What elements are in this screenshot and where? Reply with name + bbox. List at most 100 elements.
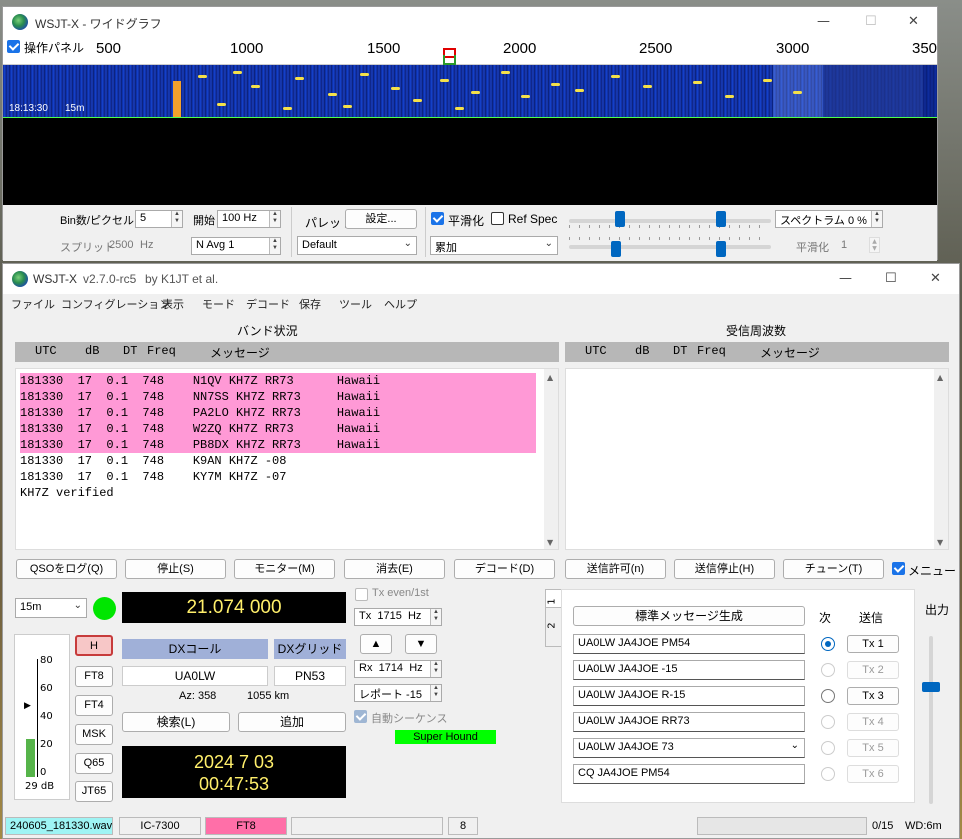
tune-button[interactable]: チューン(T) [783, 559, 884, 579]
decode-button[interactable]: デコード(D) [454, 559, 555, 579]
tx1-message-field[interactable]: UA0LW JA4JOE PM54 [573, 634, 805, 654]
tx4-message-field[interactable]: UA0LW JA4JOE RR73 [573, 712, 805, 732]
enable-tx-button[interactable]: 送信許可(n) [565, 559, 666, 579]
menu-view[interactable]: 表示 [162, 296, 184, 312]
band-activity-list[interactable]: 181330 17 0.1 748 N1QV KH7Z RR73 Hawaii 1… [15, 368, 559, 550]
close-icon[interactable]: ✕ [930, 271, 941, 286]
band-activity-scrollbar[interactable]: ▲ ▼ [544, 369, 558, 549]
decode-line[interactable]: 181330 17 0.1 748 PB8DX KH7Z RR73 Hawaii [20, 437, 536, 453]
q65-mode-button[interactable]: Q65 [75, 753, 113, 774]
gain-slider-handle[interactable] [615, 211, 625, 227]
tx5-send-button[interactable]: Tx 5 [847, 739, 899, 757]
monitor-button[interactable]: モニター(M) [234, 559, 335, 579]
decode-line[interactable]: 181330 17 0.1 748 KY7M KH7Z -07 [20, 469, 536, 485]
tab-2[interactable]: 2 [545, 607, 561, 647]
add-button[interactable]: 追加 [238, 712, 346, 732]
menu-file[interactable]: ファイル [11, 296, 55, 312]
smooth-spin-arrows[interactable]: ▲ ▼ [869, 237, 880, 253]
tx-even-checkbox[interactable] [355, 588, 368, 601]
meter-tick: 80 [40, 655, 53, 666]
tx1-next-radio[interactable] [821, 637, 835, 651]
tx6-send-button[interactable]: Tx 6 [847, 765, 899, 783]
menu-tools[interactable]: ツール [339, 296, 372, 312]
minimize-icon[interactable]: — [839, 271, 852, 286]
menu-mode[interactable]: モード [202, 296, 235, 312]
gain2-slider-handle[interactable] [716, 211, 726, 227]
rx-freq-spinbox[interactable]: Rx 1714 Hz ▲ ▼ [354, 660, 442, 678]
auto-seq-checkbox[interactable] [354, 710, 367, 723]
split-unit: Hz [140, 239, 154, 251]
dx-grid-field[interactable]: PN53 [274, 666, 346, 686]
tx-to-rx-up-button[interactable]: ▲ [360, 634, 392, 654]
decode-line[interactable]: 181330 17 0.1 748 PA2LO KH7Z RR73 Hawaii [20, 405, 536, 421]
hound-mode-button[interactable]: H [75, 635, 113, 656]
status-mode: FT8 [205, 817, 287, 835]
decode-line[interactable]: 181330 17 0.1 748 K9AN KH7Z -08 [20, 453, 536, 469]
msk-mode-button[interactable]: MSK [75, 724, 113, 745]
decode-line[interactable]: KH7Z verified [20, 485, 536, 501]
lookup-button[interactable]: 検索(L) [122, 712, 230, 732]
rx-to-tx-down-button[interactable]: ▼ [405, 634, 437, 654]
close-icon[interactable]: ✕ [908, 14, 919, 29]
refspec-checkbox[interactable] [491, 212, 504, 225]
navg-spinbox[interactable]: N Avg 1 ▲ ▼ [191, 237, 281, 255]
rx-frequency-scrollbar[interactable]: ▲ ▼ [934, 369, 948, 549]
output-level-handle[interactable] [922, 682, 940, 692]
tx4-send-button[interactable]: Tx 4 [847, 713, 899, 731]
decode-line[interactable]: 181330 17 0.1 748 NN7SS KH7Z RR73 Hawaii [20, 389, 536, 405]
palette-settings-button[interactable]: 設定... [345, 209, 417, 229]
decode-line[interactable]: 181330 17 0.1 748 W2ZQ KH7Z RR73 Hawaii [20, 421, 536, 437]
jt65-mode-button[interactable]: JT65 [75, 781, 113, 802]
waterfall-display[interactable]: 18:13:30 15m [3, 65, 937, 117]
output-level-slider[interactable] [929, 636, 933, 804]
menu-decode[interactable]: デコード [246, 296, 290, 312]
start-spinbox[interactable]: 100 Hz ▲ ▼ [217, 210, 281, 228]
tx6-message-field[interactable]: CQ JA4JOE PM54 [573, 764, 805, 784]
frequency-scale[interactable]: 操作パネル 500 1000 1500 2000 2500 3000 350 [3, 37, 937, 65]
tx4-next-radio[interactable] [821, 715, 835, 729]
log-qso-button[interactable]: QSOをログ(Q) [16, 559, 117, 579]
tx3-message-field[interactable]: UA0LW JA4JOE R-15 [573, 686, 805, 706]
minimize-icon[interactable]: — [817, 14, 830, 29]
waterfall-band: 15m [65, 103, 85, 114]
menu-configurations[interactable]: コンフィグレーション [61, 296, 170, 312]
band-select[interactable]: 15m ⌄ [15, 598, 87, 618]
tx5-next-radio[interactable] [821, 741, 835, 755]
tx1-send-button[interactable]: Tx 1 [847, 635, 899, 653]
wsjtx-app-icon [12, 14, 28, 30]
spectrum-spinbox[interactable]: スペクトラム 0 % ▲ ▼ [775, 210, 883, 228]
ft8-mode-button[interactable]: FT8 [75, 666, 113, 687]
menus-label: メニュー [908, 564, 957, 578]
decode-line[interactable]: 181330 17 0.1 748 N1QV KH7Z RR73 Hawaii [20, 373, 536, 389]
tx2-message-field[interactable]: UA0LW JA4JOE -15 [573, 660, 805, 680]
menus-checkbox[interactable] [892, 562, 905, 575]
palette-select[interactable]: Default ⌄ [297, 236, 417, 255]
tx3-next-radio[interactable] [821, 689, 835, 703]
wide-graph-titlebar: WSJT-X - ワイドグラフ — ☐ ✕ [3, 7, 937, 37]
maximize-icon[interactable]: ☐ [865, 14, 877, 29]
tx6-next-radio[interactable] [821, 767, 835, 781]
accumulate-select[interactable]: 累加 ⌄ [430, 236, 558, 255]
erase-button[interactable]: 消去(E) [344, 559, 445, 579]
halt-tx-button[interactable]: 送信停止(H) [674, 559, 775, 579]
menu-save[interactable]: 保存 [299, 296, 321, 312]
smooth-checkbox[interactable] [431, 212, 444, 225]
wide-graph-controls: Bin数/ピクセル 5 ▲ ▼ 開始 100 Hz ▲ ▼ スプリット 2500 Hz … [3, 205, 937, 261]
tx5-message-select[interactable]: UA0LW JA4JOE 73 ⌄ [573, 738, 805, 758]
zero-slider-handle[interactable] [611, 241, 621, 257]
tx2-next-radio[interactable] [821, 663, 835, 677]
zero2-slider-handle[interactable] [716, 241, 726, 257]
stop-button[interactable]: 停止(S) [125, 559, 226, 579]
rx-frequency-list[interactable]: ▲ ▼ [565, 368, 949, 550]
generate-std-msgs-button[interactable]: 標準メッセージ生成 [573, 606, 805, 626]
tx2-send-button[interactable]: Tx 2 [847, 661, 899, 679]
tx-freq-spinbox[interactable]: Tx 1715 Hz ▲ ▼ [354, 608, 442, 626]
tx3-send-button[interactable]: Tx 3 [847, 687, 899, 705]
bins-spinbox[interactable]: 5 ▲ ▼ [135, 210, 183, 228]
report-spinbox[interactable]: レポート -15 ▲ ▼ [354, 684, 442, 702]
ft4-mode-button[interactable]: FT4 [75, 695, 113, 716]
dx-call-field[interactable]: UA0LW [122, 666, 268, 686]
maximize-icon[interactable]: ☐ [885, 271, 897, 286]
control-panel-checkbox[interactable] [7, 40, 20, 53]
menu-help[interactable]: ヘルプ [384, 296, 417, 312]
